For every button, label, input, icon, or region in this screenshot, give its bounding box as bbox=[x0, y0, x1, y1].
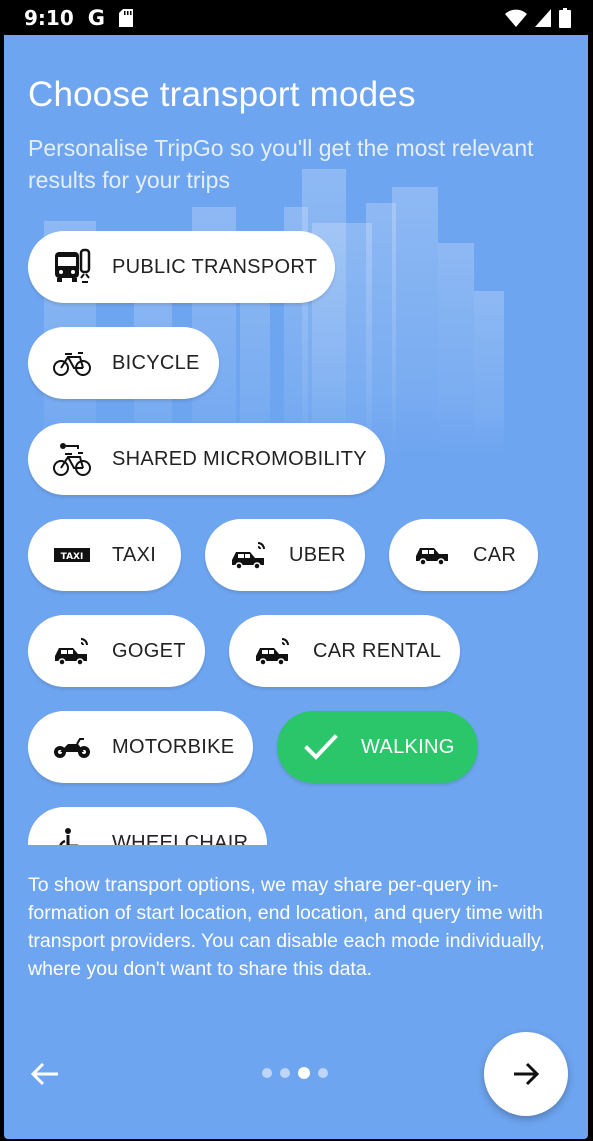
status-time: 9:10 bbox=[24, 5, 74, 30]
signal-icon bbox=[535, 8, 551, 27]
bicycle-icon bbox=[52, 343, 92, 383]
mode-label: CAR bbox=[473, 543, 517, 566]
mode-chip-car-rental[interactable]: CAR RENTAL bbox=[229, 615, 460, 687]
onboarding-screen: Choose transport modes Personalise TripG… bbox=[4, 35, 588, 1139]
mode-chip-goget[interactable]: GOGET bbox=[28, 615, 205, 687]
transport-mode-list[interactable]: PUBLIC TRANSPORT BICYCLE SHARED MICROMOB… bbox=[28, 231, 568, 845]
mode-chip-taxi[interactable]: TAXI TAXI bbox=[28, 519, 181, 591]
motorbike-icon bbox=[52, 727, 92, 767]
mode-chip-uber[interactable]: UBER bbox=[205, 519, 365, 591]
wheelchair-icon bbox=[52, 823, 92, 845]
taxi-icon: TAXI bbox=[52, 535, 92, 575]
page-dot bbox=[262, 1068, 272, 1078]
page-dot bbox=[318, 1068, 328, 1078]
mode-label: BICYCLE bbox=[112, 351, 200, 374]
car-icon bbox=[413, 535, 453, 575]
sd-card-icon bbox=[119, 8, 133, 27]
mode-chip-motorbike[interactable]: MOTORBIKE bbox=[28, 711, 253, 783]
mode-label: PUBLIC TRANSPORT bbox=[112, 255, 318, 278]
privacy-info-text: To show transport options, we may share … bbox=[28, 874, 545, 980]
wifi-icon bbox=[505, 9, 527, 27]
mode-label: GOGET bbox=[112, 639, 186, 662]
mode-chip-wheelchair[interactable]: WHEELCHAIR bbox=[28, 807, 267, 845]
page-indicator bbox=[262, 1067, 328, 1079]
mode-label: SHARED MICROMOBILITY bbox=[112, 447, 367, 470]
mode-chip-shared-micromobility[interactable]: SHARED MICROMOBILITY bbox=[28, 423, 385, 495]
back-arrow-icon[interactable] bbox=[28, 1057, 62, 1091]
mode-label: WALKING bbox=[361, 735, 455, 758]
page-subtitle: Personalise TripGo so you'll get the mos… bbox=[28, 135, 534, 193]
mode-label: WHEELCHAIR bbox=[112, 831, 249, 846]
bus-icon bbox=[52, 247, 92, 287]
mode-chip-bicycle[interactable]: BICYCLE bbox=[28, 327, 219, 399]
svg-text:TAXI: TAXI bbox=[61, 552, 84, 562]
mode-label: MOTORBIKE bbox=[112, 735, 235, 758]
next-button[interactable] bbox=[484, 1032, 568, 1116]
connected-car-icon bbox=[52, 631, 92, 671]
mode-label: UBER bbox=[289, 543, 346, 566]
google-g-icon: G bbox=[87, 5, 105, 30]
shared-bicycle-icon bbox=[52, 439, 92, 479]
forward-arrow-icon bbox=[514, 1062, 540, 1086]
mode-label: CAR RENTAL bbox=[313, 639, 442, 662]
mode-label: TAXI bbox=[112, 543, 157, 566]
page-title: Choose transport modes bbox=[28, 75, 416, 114]
mode-chip-car[interactable]: CAR bbox=[389, 519, 538, 591]
connected-car-icon bbox=[253, 631, 293, 671]
mode-chip-walking[interactable]: WALKING bbox=[277, 711, 478, 783]
page-dot bbox=[280, 1068, 290, 1078]
battery-icon bbox=[559, 7, 571, 28]
check-icon bbox=[301, 727, 341, 767]
page-dot-active bbox=[298, 1067, 310, 1079]
connected-car-icon bbox=[229, 535, 269, 575]
status-bar: 9:10 G bbox=[0, 0, 593, 35]
mode-chip-public-transport[interactable]: PUBLIC TRANSPORT bbox=[28, 231, 335, 303]
